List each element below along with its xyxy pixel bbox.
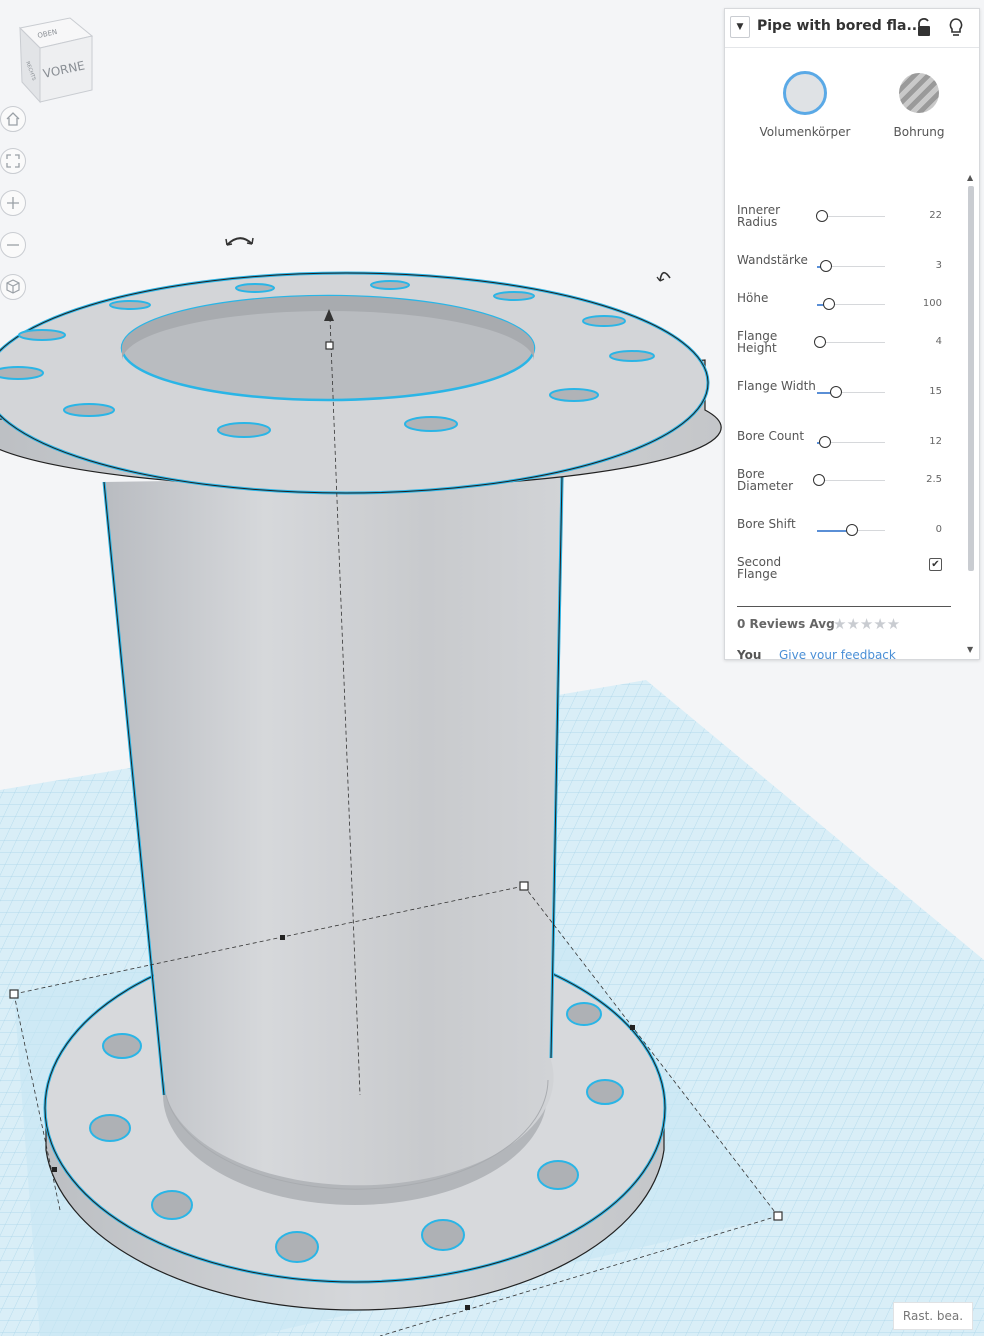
param-bore-diameter[interactable]: Bore Diameter 2.5 xyxy=(737,468,952,498)
slider-knob[interactable] xyxy=(818,436,831,448)
zoom-out-button[interactable] xyxy=(0,232,26,258)
parameter-list[interactable]: Innerer Radius 22 Wandstärke 3 Höhe 100 … xyxy=(725,169,979,659)
param-value[interactable]: 3 xyxy=(936,260,942,271)
param-slider[interactable] xyxy=(816,210,885,222)
lightbulb-icon[interactable] xyxy=(947,17,965,37)
param-label: Flange Height xyxy=(737,329,778,355)
chevron-down-icon: ▼ xyxy=(736,22,744,32)
shape-title[interactable]: Pipe with bored fla... xyxy=(757,18,922,34)
star-rating-icon[interactable]: ★★★★★ xyxy=(833,615,900,633)
solid-swatch xyxy=(783,71,827,115)
view-cube[interactable]: VORNE OBEN RECHTS xyxy=(18,17,94,104)
param-value[interactable]: 4 xyxy=(936,336,942,347)
param-label: Innerer Radius xyxy=(737,203,781,229)
shape-properties-panel[interactable]: ▼ Pipe with bored fla... Volumenkörper B… xyxy=(724,8,980,660)
top-flange[interactable] xyxy=(0,271,722,495)
home-view-button[interactable] xyxy=(0,106,26,132)
param-flange-height[interactable]: Flange Height 4 xyxy=(737,330,952,360)
param-label: Bore Shift xyxy=(737,517,796,531)
panel-header: ▼ Pipe with bored fla... xyxy=(725,9,979,48)
slider-knob[interactable] xyxy=(820,260,833,272)
scroll-down-icon[interactable]: ▼ xyxy=(967,645,973,654)
home-icon xyxy=(6,112,20,126)
plus-icon xyxy=(7,197,19,209)
perspective-cube-icon xyxy=(6,279,20,294)
param-slider[interactable] xyxy=(814,336,885,348)
solid-mode-button[interactable]: Volumenkörper xyxy=(755,71,855,139)
scroll-up-icon[interactable]: ▲ xyxy=(967,173,973,182)
corner-handle-left[interactable] xyxy=(9,989,19,999)
param-value[interactable]: 12 xyxy=(929,436,942,447)
slider-knob[interactable] xyxy=(822,298,835,310)
param-label: Flange Width xyxy=(737,379,816,393)
solid-mode-label: Volumenkörper xyxy=(759,125,851,139)
param-label: Höhe xyxy=(737,291,769,305)
param-inner-radius[interactable]: Innerer Radius 22 xyxy=(737,204,952,234)
slider-knob[interactable] xyxy=(814,336,827,348)
param-wall-thickness[interactable]: Wandstärke 3 xyxy=(737,254,952,284)
param-value[interactable]: 0 xyxy=(936,524,942,535)
param-value[interactable]: 100 xyxy=(923,298,942,309)
slider-knob[interactable] xyxy=(829,386,842,398)
panel-scrollbar[interactable]: ▲ ▼ xyxy=(965,171,977,661)
height-handle[interactable] xyxy=(325,341,334,350)
param-slider[interactable] xyxy=(817,436,885,448)
param-label: Bore Diameter xyxy=(737,467,794,493)
pipe-body[interactable] xyxy=(102,475,564,1190)
param-slider[interactable] xyxy=(812,474,885,486)
param-height[interactable]: Höhe 100 xyxy=(737,292,952,322)
collapse-button[interactable]: ▼ xyxy=(730,16,750,38)
fit-view-button[interactable] xyxy=(0,148,26,174)
hole-mode-label: Bohrung xyxy=(893,125,945,139)
param-slider[interactable] xyxy=(817,260,885,272)
param-label: Bore Count xyxy=(737,429,805,443)
param-slider[interactable] xyxy=(817,386,885,398)
param-bore-count[interactable]: Bore Count 12 xyxy=(737,430,952,460)
fit-view-icon xyxy=(6,154,20,168)
reviews-summary: 0 Reviews Avg xyxy=(737,617,835,631)
param-second-flange[interactable]: Second Flange ✔ xyxy=(737,556,952,586)
param-value[interactable]: 2.5 xyxy=(926,474,942,485)
param-value[interactable]: 22 xyxy=(929,210,942,221)
hole-mode-button[interactable]: Bohrung xyxy=(869,71,969,139)
give-feedback-link[interactable]: Give your feedback xyxy=(779,648,896,659)
slider-knob[interactable] xyxy=(812,474,825,486)
param-slider[interactable] xyxy=(817,524,885,536)
param-value[interactable]: 15 xyxy=(929,386,942,397)
param-label: Second Flange xyxy=(737,555,782,581)
divider xyxy=(737,606,951,607)
minus-icon xyxy=(7,244,19,246)
scroll-thumb[interactable] xyxy=(968,186,974,571)
second-flange-checkbox[interactable]: ✔ xyxy=(929,558,942,571)
corner-handle-back-right[interactable] xyxy=(519,881,529,891)
lock-icon[interactable] xyxy=(915,17,933,37)
param-slider[interactable] xyxy=(817,298,885,310)
param-flange-width[interactable]: Flange Width 15 xyxy=(737,380,952,410)
slider-knob[interactable] xyxy=(846,524,858,536)
slider-knob[interactable] xyxy=(816,210,829,222)
you-label: You xyxy=(737,648,762,659)
perspective-toggle-button[interactable] xyxy=(0,274,26,300)
param-bore-shift[interactable]: Bore Shift 0 xyxy=(737,518,952,548)
zoom-in-button[interactable] xyxy=(0,190,26,216)
hole-swatch xyxy=(899,73,939,113)
corner-handle-right[interactable] xyxy=(773,1211,783,1221)
param-label: Wandstärke xyxy=(737,253,808,267)
snap-grid-button[interactable]: Rast. bea. xyxy=(893,1302,973,1330)
